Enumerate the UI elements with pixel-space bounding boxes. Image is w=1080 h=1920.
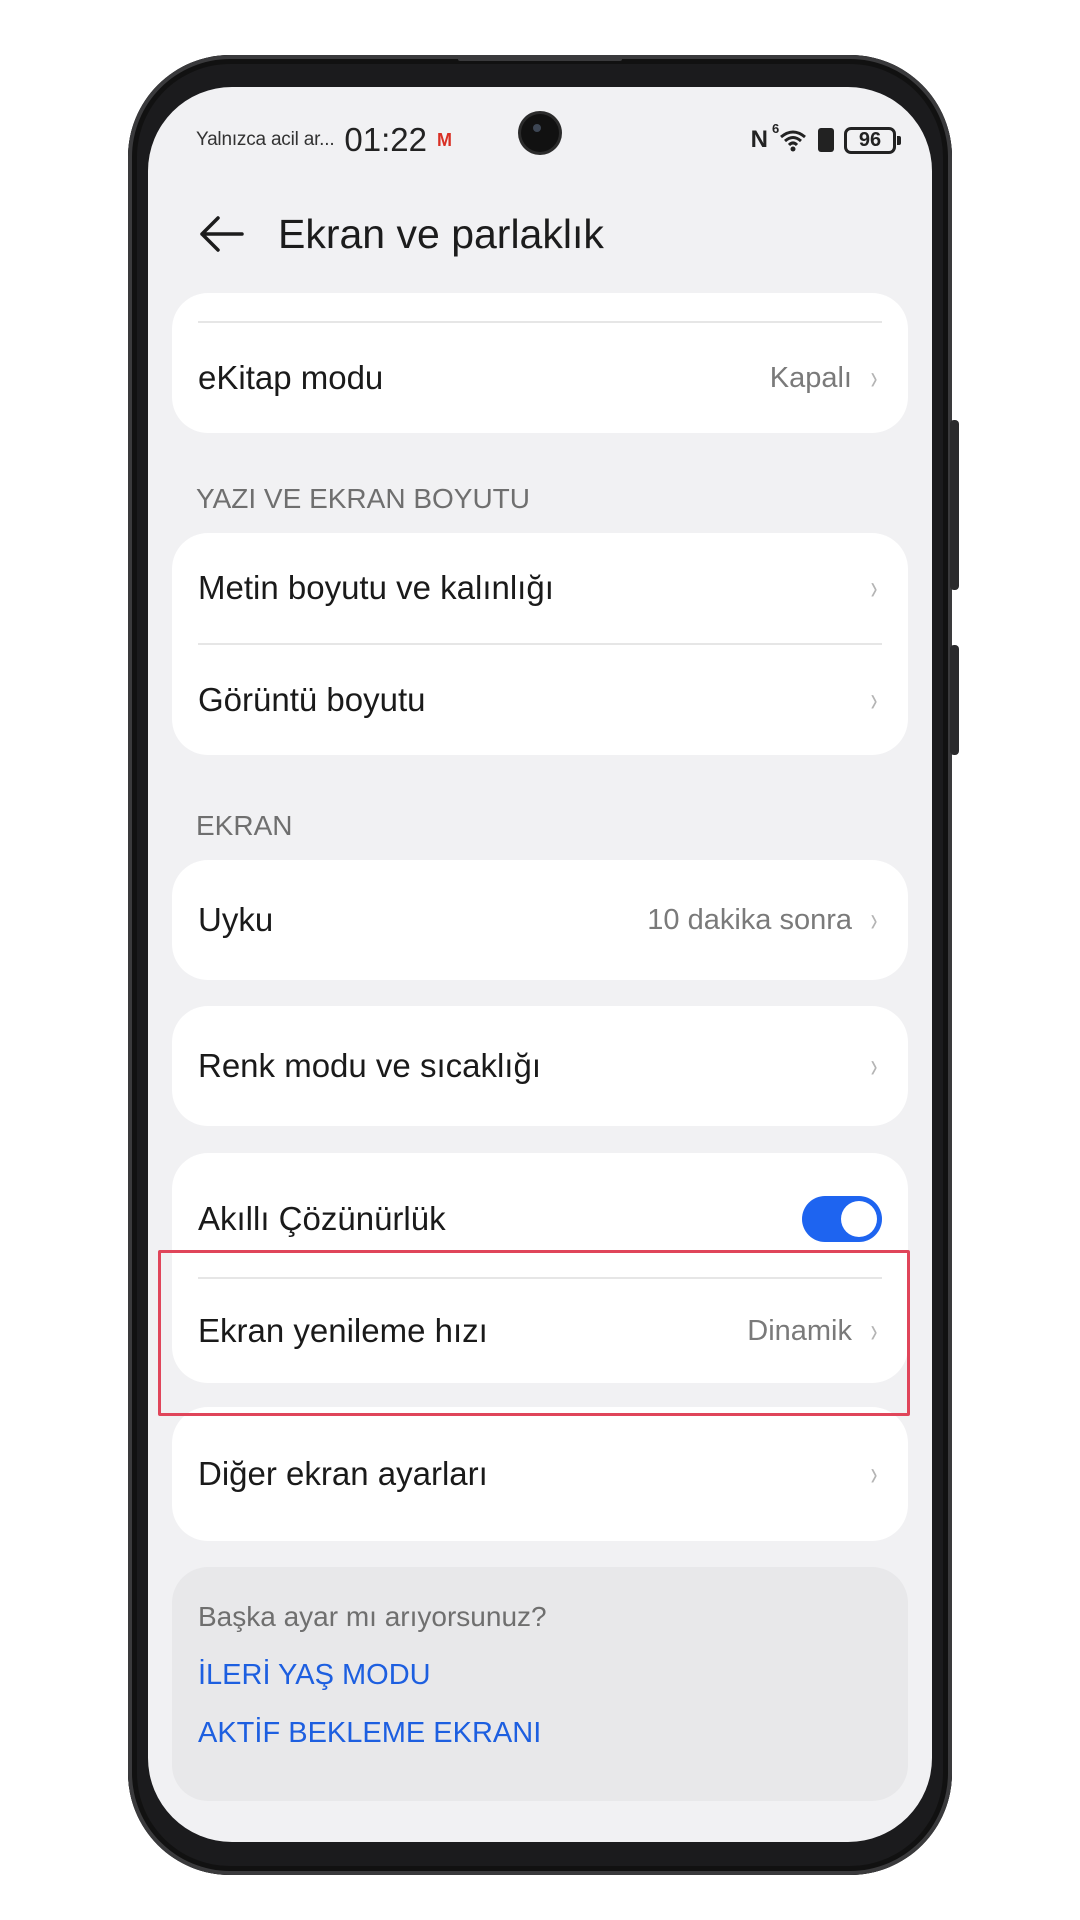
sleep-card: Uyku 10 dakika sonra ›	[172, 860, 908, 980]
battery-saver-icon	[818, 128, 834, 152]
chevron-right-icon: ›	[870, 680, 878, 719]
smart-resolution-toggle[interactable]	[802, 1196, 882, 1242]
battery-icon: 96	[844, 126, 901, 154]
ebook-card: eKitap modu Kapalı ›	[172, 293, 908, 433]
chevron-right-icon: ›	[870, 1454, 878, 1493]
status-bar: Yalnızca acil ar... 01:22 M N 6 96	[196, 115, 901, 165]
chevron-right-icon: ›	[870, 1046, 878, 1085]
phone-frame: Yalnızca acil ar... 01:22 M N 6 96 Ekran…	[128, 55, 959, 1875]
resolution-card: Akıllı Çözünürlük Ekran yenileme hızı Di…	[172, 1153, 908, 1383]
back-button[interactable]	[196, 209, 246, 259]
app-header: Ekran ve parlaklık	[196, 199, 896, 269]
other-settings-card: Diğer ekran ayarları ›	[172, 1407, 908, 1541]
chevron-right-icon: ›	[870, 358, 878, 397]
gmail-icon: M	[437, 129, 453, 150]
screen: Yalnızca acil ar... 01:22 M N 6 96 Ekran…	[148, 87, 932, 1842]
text-size-row[interactable]: Metin boyutu ve kalınlığı ›	[172, 533, 908, 643]
refresh-rate-row[interactable]: Ekran yenileme hızı Dinamik ›	[172, 1279, 908, 1383]
row-label: Görüntü boyutu	[198, 681, 426, 718]
always-on-display-link[interactable]: AKTİF BEKLEME EKRANI	[198, 1717, 541, 1750]
wifi-icon: 6	[772, 121, 808, 153]
section-header-text-size: YAZI VE EKRAN BOYUTU	[196, 483, 530, 514]
suggestions-title: Başka ayar mı arıyorsunuz?	[198, 1601, 547, 1632]
top-edge	[458, 57, 622, 61]
nfc-icon: N	[750, 126, 768, 153]
row-label: Akıllı Çözünürlük	[198, 1200, 446, 1237]
chevron-right-icon: ›	[870, 568, 878, 607]
chevron-right-icon: ›	[870, 1311, 878, 1350]
chevron-right-icon: ›	[870, 900, 878, 939]
other-settings-row[interactable]: Diğer ekran ayarları ›	[172, 1407, 908, 1541]
row-label: Diğer ekran ayarları	[198, 1455, 488, 1492]
row-value: 10 dakika sonra	[647, 903, 852, 936]
back-arrow-icon	[200, 216, 244, 252]
row-value: Dinamik	[747, 1314, 852, 1347]
section-header-screen: EKRAN	[196, 810, 293, 841]
display-size-row[interactable]: Görüntü boyutu ›	[172, 645, 908, 755]
row-label: Metin boyutu ve kalınlığı	[198, 569, 554, 606]
sleep-row[interactable]: Uyku 10 dakika sonra ›	[172, 860, 908, 980]
elderly-mode-link[interactable]: İLERİ YAŞ MODU	[198, 1659, 431, 1692]
smart-resolution-row[interactable]: Akıllı Çözünürlük	[172, 1163, 908, 1275]
row-label: Renk modu ve sıcaklığı	[198, 1047, 541, 1084]
row-label: Ekran yenileme hızı	[198, 1312, 488, 1349]
color-mode-card: Renk modu ve sıcaklığı ›	[172, 1006, 908, 1126]
wifi-6-label: 6	[772, 121, 780, 136]
suggestions-card: Başka ayar mı arıyorsunuz? İLERİ YAŞ MOD…	[172, 1567, 908, 1801]
clock: 01:22	[344, 121, 428, 158]
text-size-card: Metin boyutu ve kalınlığı › Görüntü boyu…	[172, 533, 908, 755]
ebook-mode-row[interactable]: eKitap modu Kapalı ›	[172, 323, 908, 433]
volume-button	[950, 420, 959, 590]
color-mode-row[interactable]: Renk modu ve sıcaklığı ›	[172, 1006, 908, 1126]
row-label: eKitap modu	[198, 359, 384, 396]
row-label: Uyku	[198, 901, 274, 938]
carrier-text: Yalnızca acil ar...	[196, 129, 335, 150]
row-value: Kapalı	[769, 361, 852, 394]
page-title: Ekran ve parlaklık	[278, 210, 604, 257]
power-button	[950, 645, 959, 755]
